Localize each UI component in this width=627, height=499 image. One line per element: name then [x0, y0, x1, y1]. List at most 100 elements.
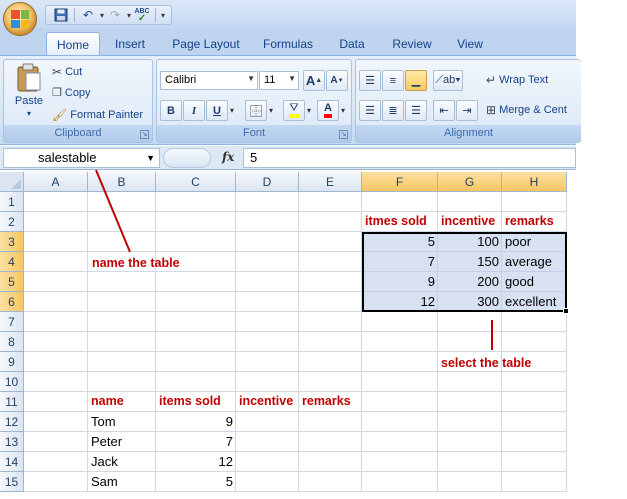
formula-input[interactable]: 5 — [243, 148, 576, 168]
row-header-14[interactable]: 14 — [0, 452, 24, 472]
fill-color-dropdown-icon[interactable]: ▾ — [307, 106, 311, 115]
select-all-corner[interactable] — [0, 172, 24, 192]
row-header-8[interactable]: 8 — [0, 332, 24, 352]
row-header-5[interactable]: 5 — [0, 272, 24, 292]
shrink-font-button[interactable]: A ▼ — [326, 70, 348, 91]
underline-button[interactable]: U — [206, 100, 228, 121]
row-header-10[interactable]: 10 — [0, 372, 24, 392]
cell-f4[interactable]: 7 — [362, 252, 438, 272]
fill-color-button[interactable]: ⛛ — [283, 100, 305, 121]
cell-g6[interactable]: 300 — [438, 292, 502, 312]
middle-align-button[interactable]: ≡ — [382, 70, 404, 91]
column-header-h[interactable]: H — [502, 172, 567, 192]
row-header-15[interactable]: 15 — [0, 472, 24, 492]
cell-g3[interactable]: 100 — [438, 232, 502, 252]
font-size-dropdown-icon[interactable]: ▼ — [288, 74, 296, 83]
row-header-1[interactable]: 1 — [0, 192, 24, 212]
font-launcher-icon[interactable]: ↘ — [339, 130, 348, 139]
cell-f3[interactable]: 5 — [362, 232, 438, 252]
cell-c11[interactable]: items sold — [156, 392, 236, 412]
column-header-d[interactable]: D — [236, 172, 299, 192]
font-color-dropdown-icon[interactable]: ▾ — [341, 106, 345, 115]
cell-e11[interactable]: remarks — [299, 392, 362, 412]
save-icon[interactable] — [52, 7, 70, 23]
row-header-12[interactable]: 12 — [0, 412, 24, 432]
row-header-3[interactable]: 3 — [0, 232, 24, 252]
cell-b14[interactable]: Jack — [88, 452, 156, 472]
cell-d11[interactable]: incentive — [236, 392, 299, 412]
redo-dropdown-icon[interactable]: ▾ — [127, 11, 131, 20]
cell-g4[interactable]: 150 — [438, 252, 502, 272]
bottom-align-button[interactable]: ▁ — [405, 70, 427, 91]
row-header-6[interactable]: 6 — [0, 292, 24, 312]
borders-button[interactable] — [245, 100, 267, 121]
cell-b12[interactable]: Tom — [88, 412, 156, 432]
decrease-indent-button[interactable]: ⇤ — [433, 100, 455, 121]
cell-b13[interactable]: Peter — [88, 432, 156, 452]
formula-bar-handle[interactable] — [163, 148, 211, 168]
row-header-9[interactable]: 9 — [0, 352, 24, 372]
cell-g2[interactable]: incentive — [438, 212, 502, 232]
tab-view[interactable]: View — [450, 32, 490, 56]
font-name-dropdown-icon[interactable]: ▼ — [247, 74, 255, 83]
column-header-b[interactable]: B — [88, 172, 156, 192]
align-left-button[interactable]: ☰ — [359, 100, 381, 121]
underline-dropdown-icon[interactable]: ▾ — [230, 106, 234, 115]
spelling-icon[interactable]: ABC ✓ — [133, 7, 151, 24]
bold-button[interactable]: B — [160, 100, 182, 121]
tab-insert[interactable]: Insert — [106, 32, 154, 56]
paste-dropdown-icon[interactable]: ▾ — [27, 109, 31, 118]
grow-font-button[interactable]: A ▲ — [303, 70, 325, 91]
redo-icon[interactable]: ↷ — [106, 7, 124, 23]
borders-dropdown-icon[interactable]: ▾ — [269, 106, 273, 115]
top-align-button[interactable]: ☰ — [359, 70, 381, 91]
tab-home[interactable]: Home — [46, 32, 100, 56]
cell-h4[interactable]: average — [502, 252, 567, 272]
row-header-4[interactable]: 4 — [0, 252, 24, 272]
cell-c12[interactable]: 9 — [156, 412, 236, 432]
tab-data[interactable]: Data — [332, 32, 372, 56]
office-button[interactable] — [3, 2, 37, 36]
cell-h2[interactable]: remarks — [502, 212, 567, 232]
cell-f6[interactable]: 12 — [362, 292, 438, 312]
undo-dropdown-icon[interactable]: ▾ — [100, 11, 104, 20]
column-header-g[interactable]: G — [438, 172, 502, 192]
font-size-box[interactable]: 11 ▼ — [259, 71, 299, 90]
align-right-button[interactable]: ☰ — [405, 100, 427, 121]
font-color-button[interactable]: A — [317, 100, 339, 121]
merge-center-button[interactable]: ⊞ Merge & Cent — [486, 103, 567, 117]
column-header-e[interactable]: E — [299, 172, 362, 192]
italic-button[interactable]: I — [183, 100, 205, 121]
paste-button[interactable]: Paste ▾ — [10, 63, 48, 125]
fill-handle[interactable] — [563, 308, 569, 314]
row-header-11[interactable]: 11 — [0, 392, 24, 412]
cell-b15[interactable]: Sam — [88, 472, 156, 492]
cell-f5[interactable]: 9 — [362, 272, 438, 292]
row-header-2[interactable]: 2 — [0, 212, 24, 232]
insert-function-icon[interactable]: fx — [222, 150, 234, 164]
row-header-13[interactable]: 13 — [0, 432, 24, 452]
tab-formulas[interactable]: Formulas — [256, 32, 320, 56]
copy-button[interactable]: ❐ Copy — [52, 86, 91, 100]
cell-h3[interactable]: poor — [502, 232, 567, 252]
tab-page-layout[interactable]: Page Layout — [164, 32, 248, 56]
column-header-f[interactable]: F — [362, 172, 438, 192]
font-name-box[interactable]: Calibri ▼ — [160, 71, 258, 90]
cut-button[interactable]: ✂ Cut — [52, 65, 82, 79]
cell-h5[interactable]: good — [502, 272, 567, 292]
column-header-a[interactable]: A — [24, 172, 88, 192]
cell-c15[interactable]: 5 — [156, 472, 236, 492]
column-header-c[interactable]: C — [156, 172, 236, 192]
cell-f2[interactable]: itmes sold — [362, 212, 438, 232]
cell-c13[interactable]: 7 — [156, 432, 236, 452]
undo-icon[interactable]: ↶ — [79, 7, 97, 23]
customize-toolbar-icon[interactable]: ▾ — [161, 11, 165, 20]
name-box[interactable]: salestable ▼ — [3, 148, 160, 168]
row-header-7[interactable]: 7 — [0, 312, 24, 332]
cell-b11[interactable]: name — [88, 392, 156, 412]
wrap-text-button[interactable]: ↵ Wrap Text — [486, 73, 548, 87]
cell-c14[interactable]: 12 — [156, 452, 236, 472]
align-center-button[interactable]: ≣ — [382, 100, 404, 121]
format-painter-button[interactable]: 🖌 Format Painter — [52, 108, 143, 122]
cell-h6[interactable]: excellent — [502, 292, 567, 312]
